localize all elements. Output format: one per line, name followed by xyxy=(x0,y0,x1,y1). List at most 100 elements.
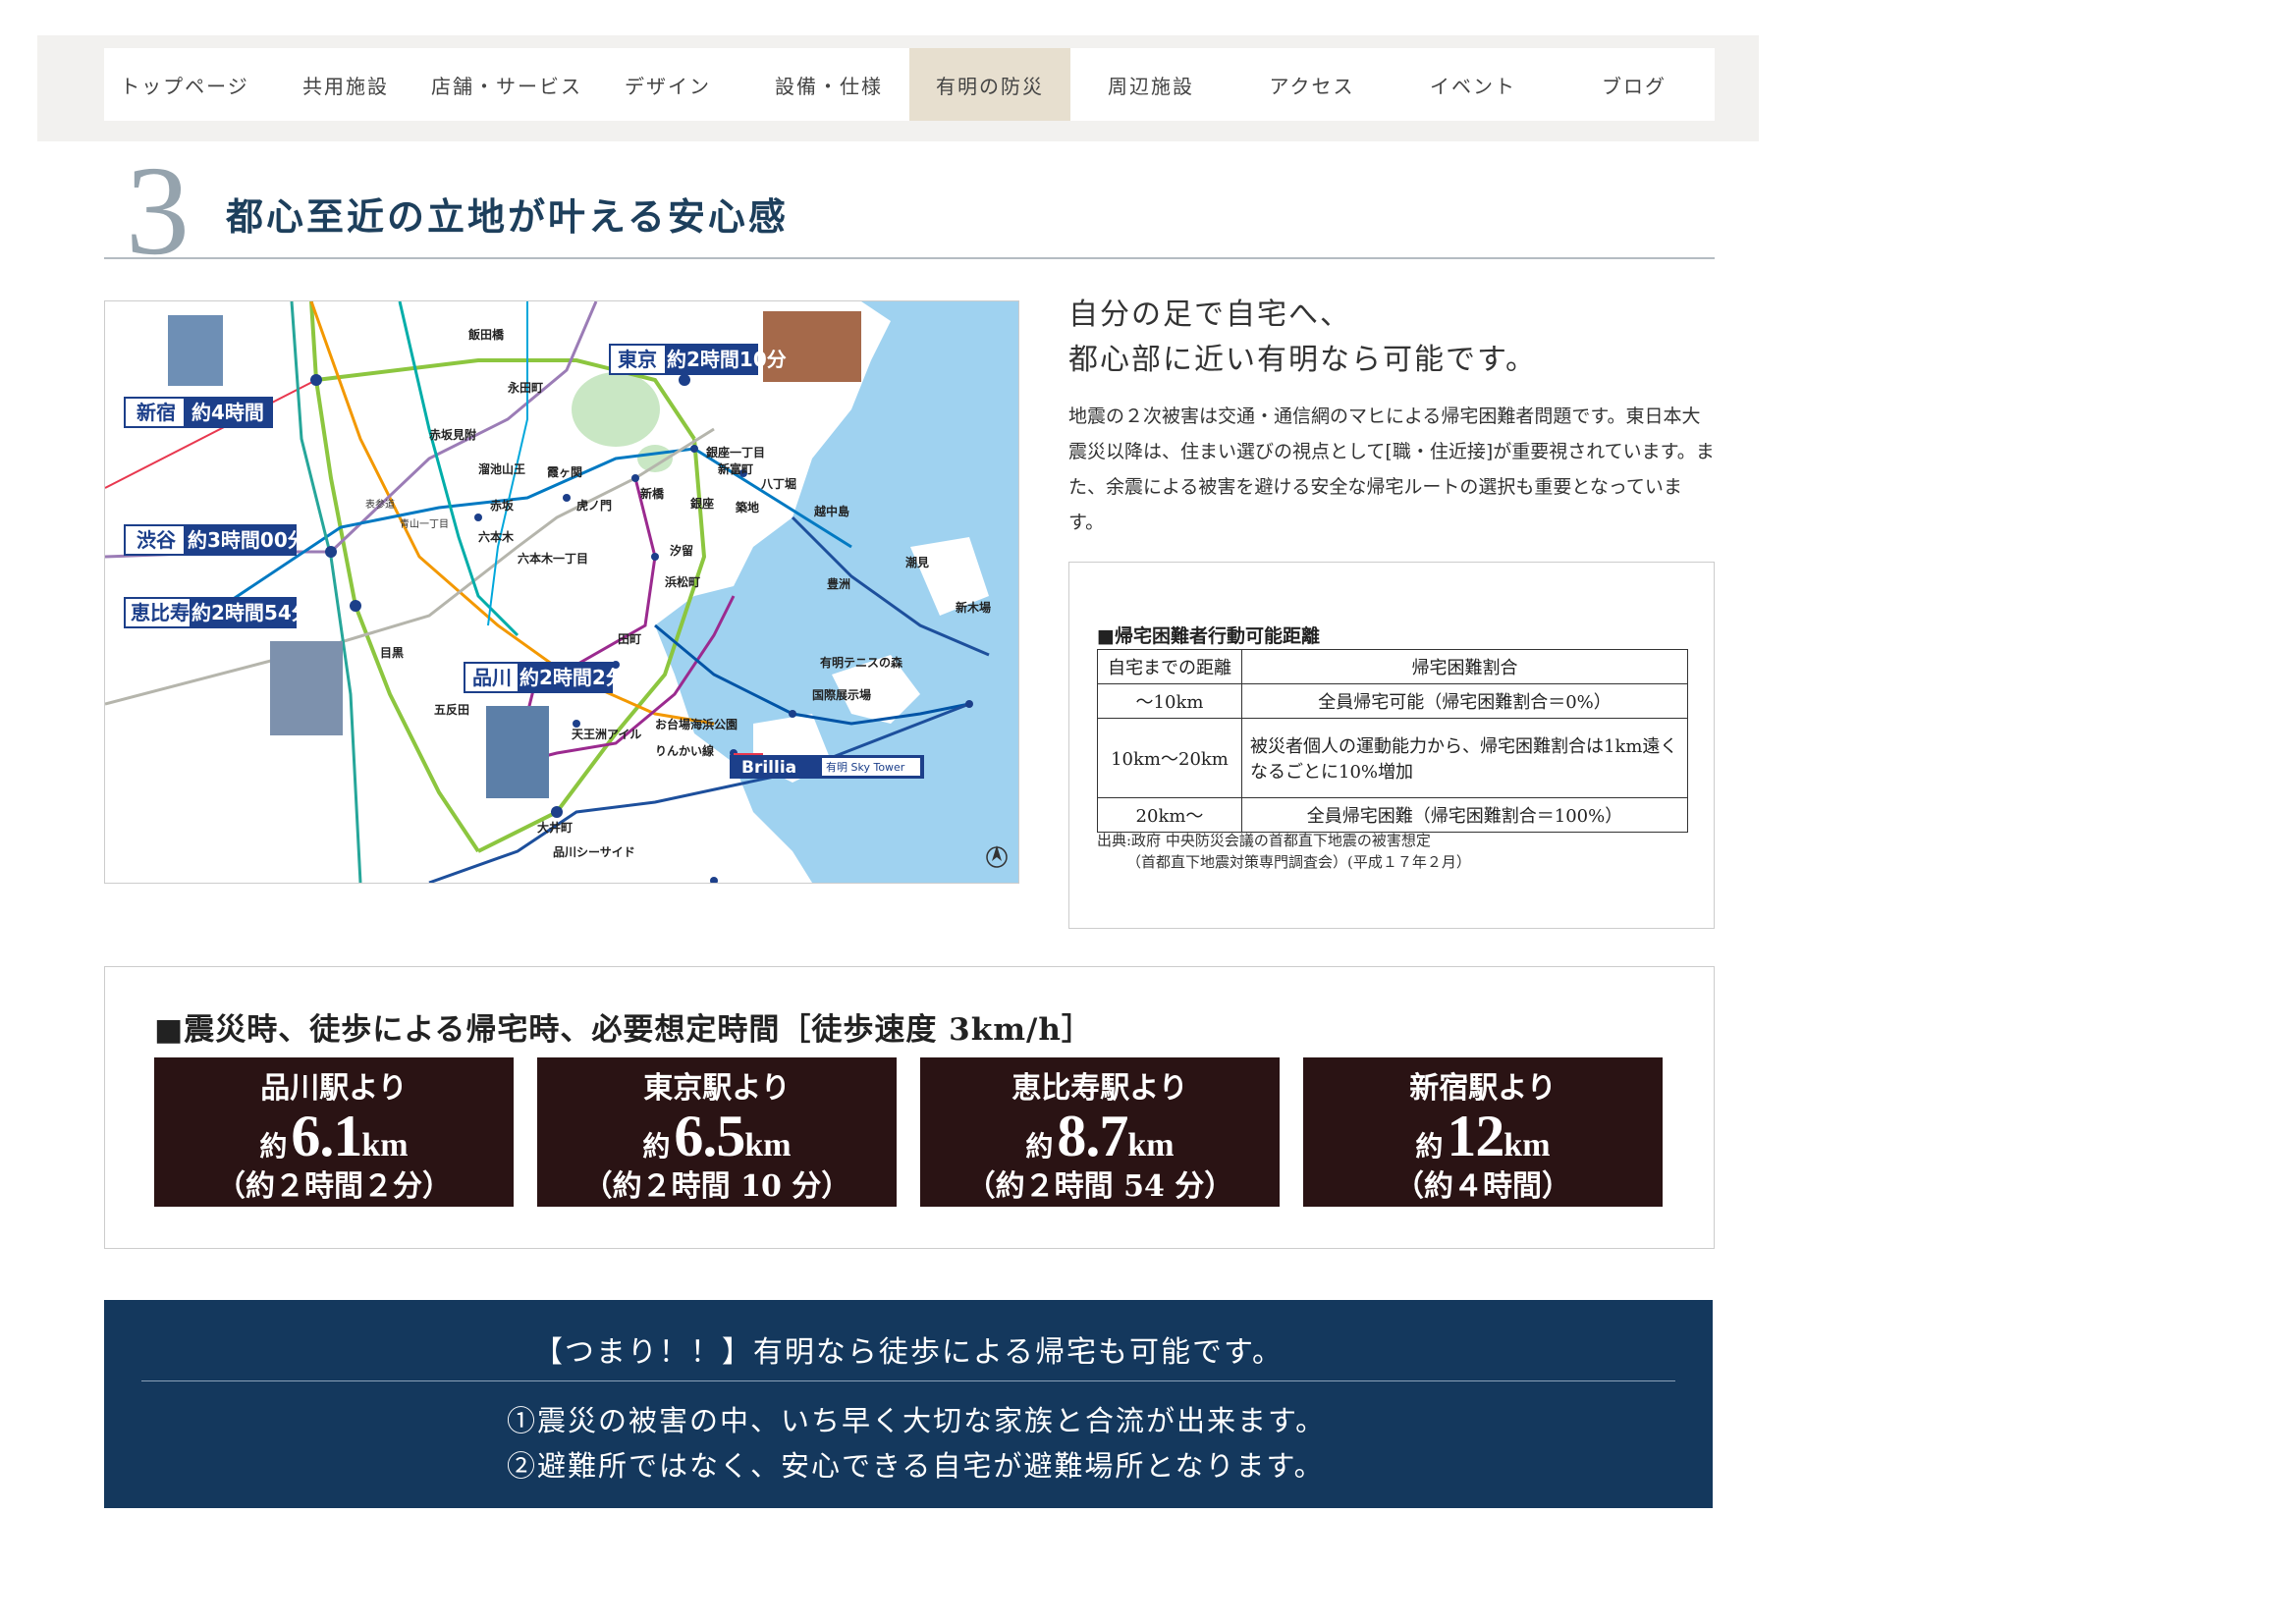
station-label: 表参道 xyxy=(365,498,395,511)
nav-item-disaster-prevention[interactable]: 有明の防災 xyxy=(909,48,1070,121)
station-label: 飯田橋 xyxy=(467,327,505,342)
card-distance: 約 8.7km xyxy=(920,1103,1280,1170)
table-header-row: 自宅までの距離 帰宅困難割合 xyxy=(1097,649,1688,684)
card-prefix: 約 xyxy=(1415,1132,1444,1163)
table-row: 〜10km 全員帰宅可能（帰宅困難割合＝0%） xyxy=(1097,683,1688,719)
station-label: りんかい線 xyxy=(655,743,714,758)
table-header: 自宅までの距離 xyxy=(1097,649,1242,684)
card-km-value: 12 xyxy=(1447,1104,1504,1168)
station-label: 六本木 xyxy=(478,529,515,544)
table-cell-ratio: 全員帰宅可能（帰宅困難割合＝0%） xyxy=(1241,683,1688,719)
area-time-tokyo: 約2時間10分 xyxy=(667,348,787,371)
station-label: 五反田 xyxy=(434,702,469,717)
distance-table-box: ■帰宅困難者行動可能距離 自宅までの距離 帰宅困難割合 〜10km 全員帰宅可能… xyxy=(1068,562,1715,929)
station-label: 豊洲 xyxy=(827,576,850,591)
nav-menu: トップページ 共用施設 店舗・サービス デザイン 設備・仕様 有明の防災 周辺施… xyxy=(104,48,1715,121)
card-km-value: 6.1 xyxy=(291,1104,362,1168)
walking-time-title: ■震災時、徒歩による帰宅時、必要想定時間［徒歩速度 3km/h］ xyxy=(154,1012,1093,1048)
intro-title-line1: 自分の足で自宅へ、 xyxy=(1068,298,1351,332)
building-photo-shinagawa xyxy=(486,706,549,798)
nav-item-shops-services[interactable]: 店舗・サービス xyxy=(426,48,587,121)
imperial-palace-park xyxy=(572,372,660,447)
intro-body: 地震の２次被害は交通・通信網のマヒによる帰宅困難者問題です。東日本大震災以降は、… xyxy=(1068,406,1715,533)
station-label: 大井町 xyxy=(537,820,573,835)
station-label: 新橋 xyxy=(640,486,665,501)
area-name-ebisu: 恵比寿 xyxy=(131,601,190,624)
building-photo-shinjuku xyxy=(168,315,223,386)
card-km-unit: km xyxy=(361,1127,409,1163)
station-label: 築地 xyxy=(735,500,759,514)
station-dot-shinbashi xyxy=(631,474,639,482)
section-number: 3 xyxy=(126,140,190,282)
station-label: 越中島 xyxy=(813,504,849,518)
station-label: 国際展示場 xyxy=(812,687,871,702)
table-cell-ratio: 全員帰宅困難（帰宅困難割合＝100%） xyxy=(1241,797,1688,833)
distance-table: 自宅までの距離 帰宅困難割合 〜10km 全員帰宅可能（帰宅困難割合＝0%） 1… xyxy=(1097,649,1688,833)
section-title: 都心至近の立地が叶える安心感 xyxy=(226,194,789,239)
station-label: 六本木一丁目 xyxy=(518,551,588,566)
building-photo-ebisu xyxy=(270,641,343,735)
route-map: 飯田橋 永田町 赤坂見附 溜池山王 霞ヶ関 銀座一丁目 新富町 八丁堀 赤坂 虎… xyxy=(104,300,1019,884)
station-label: 浜松町 xyxy=(665,574,700,589)
nav-item-design[interactable]: デザイン xyxy=(587,48,748,121)
station-dot-tennozu xyxy=(573,720,580,728)
walking-card-shinjuku: 新宿駅より 約 12km （約４時間） xyxy=(1303,1057,1663,1207)
table-cell-distance: 10km〜20km xyxy=(1097,718,1242,798)
card-time: （約４時間） xyxy=(1394,1169,1571,1204)
station-label: 天王洲アイル xyxy=(572,728,641,741)
saikyo-line xyxy=(290,301,362,883)
area-time-shibuya: 約3時間00分 xyxy=(188,528,307,552)
hibiya-line xyxy=(105,427,715,706)
nav-item-blog[interactable]: ブログ xyxy=(1554,48,1715,121)
station-dot-ariake-tennis xyxy=(789,710,796,718)
nav-item-nearby[interactable]: 周辺施設 xyxy=(1070,48,1231,121)
card-distance: 約 6.1km xyxy=(154,1103,514,1170)
card-distance: 約 6.5km xyxy=(537,1103,897,1170)
summary-point-2: ②避難所ではなく、安心できる自宅が避難場所となります。 xyxy=(507,1449,1325,1483)
station-label: 永田町 xyxy=(507,380,543,395)
station-dot-shinkiba xyxy=(965,700,973,708)
card-from: 新宿駅より xyxy=(1409,1071,1557,1106)
yamanote-line xyxy=(309,301,480,853)
summary-banner: 【つまり！！】有明なら徒歩による帰宅も可能です。 ①震災の被害の中、いち早く大切… xyxy=(104,1300,1713,1508)
area-name-shinjuku: 新宿 xyxy=(137,401,176,424)
walking-card-ebisu: 恵比寿駅より 約 8.7km （約２時間 54 分） xyxy=(920,1057,1280,1207)
card-prefix: 約 xyxy=(259,1132,288,1163)
route-map-svg: 飯田橋 永田町 赤坂見附 溜池山王 霞ヶ関 銀座一丁目 新富町 八丁堀 赤坂 虎… xyxy=(105,301,1018,883)
station-dot-shibuya xyxy=(325,546,337,558)
card-from: 東京駅より xyxy=(643,1071,791,1106)
summary-point-1: ①震災の被害の中、いち早く大切な家族と合流が出来ます。 xyxy=(507,1404,1327,1437)
table-note-line2: （首都直下地震対策専門調査会）(平成１７年２月） xyxy=(1126,853,1471,871)
table-row: 20km〜 全員帰宅困難（帰宅困難割合＝100%） xyxy=(1097,797,1688,833)
nav-item-top[interactable]: トップページ xyxy=(104,48,265,121)
nav-item-access[interactable]: アクセス xyxy=(1231,48,1393,121)
station-dot-oimachi xyxy=(710,877,718,883)
top-nav: トップページ 共用施設 店舗・サービス デザイン 設備・仕様 有明の防災 周辺施… xyxy=(37,35,1759,141)
table-cell-distance: 20km〜 xyxy=(1097,797,1242,833)
nav-item-equipment[interactable]: 設備・仕様 xyxy=(748,48,909,121)
section-divider xyxy=(104,257,1715,259)
table-row: 10km〜20km 被災者個人の運動能力から、帰宅困難割合は1km遠くなるごとに… xyxy=(1097,718,1688,798)
card-km-value: 6.5 xyxy=(674,1104,745,1168)
walking-card-shinagawa: 品川駅より 約 6.1km （約２時間２分） xyxy=(154,1057,514,1207)
station-dot-shinjuku xyxy=(310,374,322,386)
station-label: 銀座一丁目 xyxy=(705,445,765,460)
building-photo-tokyo xyxy=(763,311,861,382)
area-name-tokyo: 東京 xyxy=(618,348,657,371)
card-km-value: 8.7 xyxy=(1057,1104,1128,1168)
station-label: 新富町 xyxy=(718,461,753,476)
nav-item-events[interactable]: イベント xyxy=(1393,48,1554,121)
table-header: 帰宅困難割合 xyxy=(1241,649,1688,684)
station-dot-shinagawa xyxy=(551,806,563,818)
station-dot-akasaka xyxy=(474,514,482,521)
card-prefix: 約 xyxy=(642,1132,671,1163)
card-km-unit: km xyxy=(744,1127,792,1163)
nav-item-shared-facilities[interactable]: 共用施設 xyxy=(265,48,426,121)
station-dot-hamamatsucho xyxy=(651,553,659,561)
station-dot-toranomon xyxy=(563,494,571,502)
station-label: 目黒 xyxy=(380,646,404,660)
station-dot-tokyo xyxy=(679,374,690,386)
station-label: 虎ノ門 xyxy=(576,498,612,513)
card-time: （約２時間 10 分） xyxy=(582,1169,851,1204)
card-km-unit: km xyxy=(1503,1127,1551,1163)
